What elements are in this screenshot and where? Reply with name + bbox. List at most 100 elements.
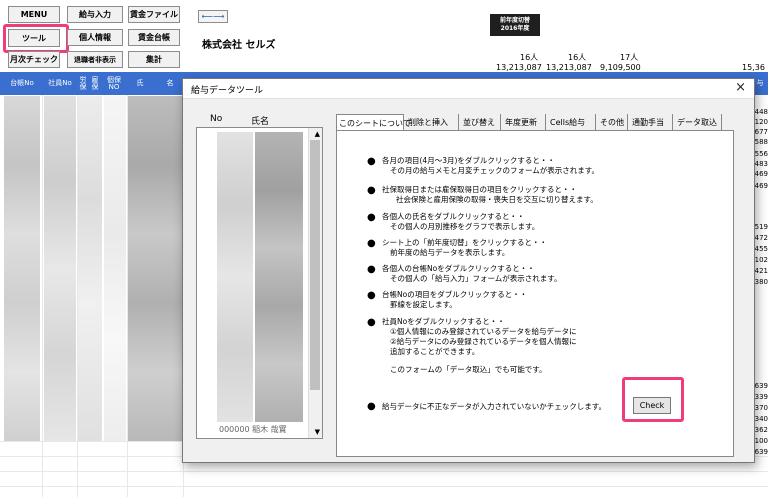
- blurred-list-numbers: [217, 132, 253, 422]
- bullet-text-3: 各個人の氏名をダブルクリックすると・・ その個人の月別推移をグラフで表示します。: [382, 212, 539, 232]
- blurred-list-names: [255, 132, 303, 422]
- check-description: 給与データに不正なデータが入力されていないかチェックします。: [382, 402, 607, 411]
- right-number: 339: [754, 393, 768, 401]
- right-number: 639: [754, 382, 768, 390]
- bullet-text-line: その月の給与メモと月変チェックのフォームが表示されます。: [390, 166, 600, 175]
- amount-3: 9,109,500: [600, 63, 641, 72]
- tab-year-update[interactable]: 年度更新: [503, 114, 546, 130]
- col-ledger-no[interactable]: 台帳No: [4, 72, 40, 95]
- right-number: 455: [754, 245, 768, 253]
- row-divider: [0, 486, 768, 487]
- right-number: 362: [754, 426, 768, 434]
- payroll-data-tool-dialog: 給与データツール × No 氏名 000000 稲木 哉實 ▲ ▼ このシートに…: [182, 78, 755, 463]
- bullet-icon: ●: [367, 185, 376, 196]
- tab-delete-insert[interactable]: 削除と挿入: [406, 114, 459, 130]
- bullet-icon: ●: [367, 212, 376, 223]
- bullet-text-line: このフォームの「データ取込」でも可能です。: [390, 365, 547, 374]
- blurred-ledger-column: [4, 96, 40, 441]
- tab-about-sheet[interactable]: このシートについて: [336, 114, 411, 131]
- bullet-text-2: 社保取得日または雇保取得日の項目をクリックすると・・ 社会保険と雇用保険の取得・…: [382, 185, 598, 205]
- bullet-text-employee: 社員Noをダブルクリックすると・・ ①個人情報にのみ登録されているデータを給与デ…: [382, 317, 577, 375]
- bullet-text-line: 罫線を設定します。: [390, 300, 457, 309]
- previous-year-switch-button[interactable]: 前年度切替 2016年度: [490, 14, 540, 36]
- tab-sort[interactable]: 並び替え: [461, 114, 501, 130]
- list-no-header: No: [210, 114, 223, 124]
- bullet-text-line: 各個人の台帳Noをダブルクリックすると・・: [382, 264, 535, 273]
- right-number: 421: [754, 267, 768, 275]
- right-number: 380: [754, 278, 768, 286]
- col-labor-insurance[interactable]: 労保: [78, 72, 88, 95]
- wage-file-button[interactable]: 賃金ファイル: [128, 6, 180, 23]
- close-icon[interactable]: ×: [735, 80, 746, 95]
- amount-1: 13,213,087: [496, 63, 542, 72]
- payroll-input-button[interactable]: 給与入力: [67, 6, 123, 23]
- bullet-text-line: ①個人情報にのみ登録されているデータを給与データに: [390, 327, 577, 336]
- listbox-scrollbar[interactable]: ▲ ▼: [308, 128, 322, 438]
- col-divider: [127, 95, 128, 497]
- right-number: 448: [754, 108, 768, 116]
- employee-listbox[interactable]: 000000 稲木 哉實 ▲ ▼: [196, 127, 323, 439]
- blurred-insurance-column: [78, 96, 102, 441]
- right-number: 340: [754, 415, 768, 423]
- bullet-text-line: 社保取得日または雇保取得日の項目をクリックすると・・: [382, 185, 577, 194]
- tab-data-import[interactable]: データ取込: [675, 114, 722, 130]
- bullet-text-line: 追加することができます。: [390, 347, 480, 356]
- col-employment-insurance[interactable]: 雇保: [90, 72, 100, 95]
- tab-commute[interactable]: 通勤手当: [630, 114, 673, 130]
- right-number: 469: [754, 170, 768, 178]
- bullet-text-6: 台帳Noの項目をダブルクリックすると・・ 罫線を設定します。: [382, 290, 527, 310]
- scroll-thumb[interactable]: [310, 140, 320, 390]
- scroll-up-icon[interactable]: ▲: [315, 130, 320, 138]
- menu-button[interactable]: MENU: [8, 6, 60, 23]
- amount-2: 13,213,087: [546, 63, 592, 72]
- right-number: 677: [754, 128, 768, 136]
- right-number: 469: [754, 182, 768, 190]
- tab-panel-about: ● 各月の項目(4月～3月)をダブルクリックすると・・ その月の給与メモと月変チ…: [336, 130, 734, 457]
- right-number: 519: [754, 223, 768, 231]
- bullet-text-line: ②給与データにのみ登録されているデータを個人情報に: [390, 337, 577, 346]
- check-button[interactable]: Check: [633, 397, 671, 414]
- bullet-icon: ●: [367, 290, 376, 301]
- right-number: 472: [754, 234, 768, 242]
- blurred-name-column: [128, 96, 182, 441]
- monthly-check-button[interactable]: 月次チェック: [8, 51, 60, 68]
- right-number: 100: [754, 437, 768, 445]
- right-number: 556: [754, 150, 768, 158]
- bullet-text-4: シート上の「前年度切替」をクリックすると・・ 前年度の給与データを表示します。: [382, 238, 547, 258]
- scroll-down-icon[interactable]: ▼: [315, 428, 320, 436]
- arrows-icon[interactable]: ⟵⟶: [198, 10, 228, 23]
- col-surname[interactable]: 氏: [130, 72, 150, 95]
- right-number: 370: [754, 404, 768, 412]
- tab-other[interactable]: その他: [598, 114, 628, 130]
- bullet-text-line: 社会保険と雇用保険の取得・喪失日を交互に切り替えます。: [396, 195, 598, 204]
- blurred-employee-column: [44, 96, 76, 441]
- bullet-text-line: 台帳Noの項目をダブルクリックすると・・: [382, 290, 528, 299]
- bullet-text-line: その個人の「給与入力」フォームが表示されます。: [390, 274, 562, 283]
- bullet-text-line: その個人の月別推移をグラフで表示します。: [390, 222, 540, 231]
- headcount-3: 17人: [620, 53, 639, 62]
- bullet-icon: ●: [367, 264, 376, 275]
- col-given-name[interactable]: 名: [160, 72, 180, 95]
- bullet-text-line: 各月の項目(4月～3月)をダブルクリックすると・・: [382, 156, 555, 165]
- previous-year-label: 前年度切替: [499, 17, 530, 24]
- list-name-header: 氏名: [251, 117, 270, 127]
- tab-cells-payroll[interactable]: Cells給与: [548, 114, 596, 130]
- dialog-title-bar[interactable]: 給与データツール ×: [183, 79, 754, 99]
- right-number: 483: [754, 160, 768, 168]
- total-button[interactable]: 集計: [128, 51, 180, 68]
- col-personal-no[interactable]: 個保NO: [104, 72, 124, 95]
- bullet-icon: ●: [367, 317, 376, 328]
- bullet-icon: ●: [367, 401, 376, 412]
- right-number: 102: [754, 256, 768, 264]
- list-last-item[interactable]: 000000 稲木 哉實: [219, 424, 287, 435]
- year-label: 2016年度: [500, 25, 530, 32]
- dialog-title: 給与データツール: [191, 86, 264, 96]
- blurred-personal-column: [104, 96, 126, 441]
- wage-ledger-button[interactable]: 賃金台帳: [128, 29, 180, 46]
- hide-retired-button[interactable]: 退職者非表示: [67, 51, 123, 68]
- headcount-2: 16人: [568, 53, 587, 62]
- personal-info-button[interactable]: 個人情報: [67, 29, 123, 46]
- bullet-text-line: 前年度の給与データを表示します。: [390, 248, 510, 257]
- col-employee-no[interactable]: 社員No: [44, 72, 76, 95]
- bullet-icon: ●: [367, 156, 376, 167]
